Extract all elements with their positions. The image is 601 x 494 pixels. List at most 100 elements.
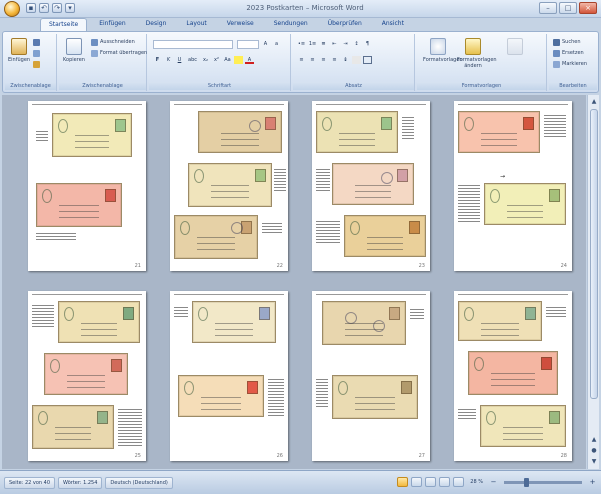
borders-icon[interactable]	[363, 56, 372, 64]
tab-start[interactable]: Startseite	[40, 18, 88, 32]
quick-access-toolbar: ▪ ↶ ↷ ▾	[26, 3, 75, 13]
minimize-button[interactable]: –	[539, 2, 557, 14]
web-layout-view-button[interactable]	[425, 477, 437, 487]
show-marks-button[interactable]: ¶	[363, 40, 372, 48]
full-screen-view-button[interactable]	[411, 477, 423, 487]
font-color-icon[interactable]: A	[245, 56, 254, 64]
undo-icon[interactable]: ↶	[39, 3, 49, 13]
cut-button[interactable]	[33, 38, 40, 46]
format-painter-small-button[interactable]: Format übertragen	[91, 49, 147, 57]
tab-review[interactable]: Überprüfen	[320, 18, 370, 32]
seal-icon	[180, 221, 190, 235]
grow-font-icon[interactable]: A	[261, 40, 270, 48]
browse-object-icon[interactable]: ●	[589, 446, 599, 456]
zoom-out-icon[interactable]: −	[489, 478, 498, 486]
tab-references[interactable]: Verweise	[219, 18, 262, 32]
print-layout-view-button[interactable]	[397, 477, 409, 487]
page-thumbnail[interactable]: 26	[170, 291, 288, 461]
bold-button[interactable]: F	[153, 56, 162, 64]
justify-button[interactable]: ≡	[330, 56, 339, 64]
tab-view[interactable]: Ansicht	[374, 18, 412, 32]
tab-layout[interactable]: Layout	[178, 18, 214, 32]
next-page-icon[interactable]: ▼	[589, 457, 599, 467]
font-name-combo[interactable]	[153, 40, 233, 49]
address-lines	[81, 318, 117, 336]
postcard	[458, 111, 540, 153]
page-thumbnail[interactable]: 25	[28, 291, 146, 461]
qat-dropdown-icon[interactable]: ▾	[65, 3, 75, 13]
page-thumbnail[interactable]: 28	[454, 291, 572, 461]
select-button[interactable]: Markieren	[553, 60, 587, 68]
scrollbar-thumb[interactable]	[590, 109, 598, 399]
tab-insert[interactable]: Einfügen	[91, 18, 133, 32]
address-lines	[339, 128, 375, 146]
tab-design[interactable]: Design	[138, 18, 175, 32]
shrink-font-icon[interactable]: a	[272, 40, 281, 48]
superscript-button[interactable]: x²	[212, 56, 221, 64]
multilevel-icon[interactable]: ≣	[319, 40, 328, 48]
zoom-in-icon[interactable]: +	[588, 478, 597, 486]
zoom-level[interactable]: 28 %	[467, 479, 486, 485]
strikethrough-button[interactable]: abc	[186, 56, 199, 64]
redo-icon[interactable]: ↷	[52, 3, 62, 13]
increase-indent-icon[interactable]: ⇥	[341, 40, 350, 48]
subscript-button[interactable]: x₂	[201, 56, 210, 64]
align-left-button[interactable]: ≡	[297, 56, 306, 64]
page-thumbnail[interactable]: 27	[312, 291, 430, 461]
maximize-button[interactable]: □	[559, 2, 577, 14]
stamp-icon	[409, 221, 420, 234]
seal-icon	[464, 117, 474, 131]
postcard	[178, 375, 264, 417]
quick-styles-button[interactable]: Formatvorlagen	[423, 38, 463, 63]
font-size-combo[interactable]	[237, 40, 259, 49]
italic-button[interactable]: K	[164, 56, 173, 64]
change-styles-button[interactable]: Formatvorlagen ändern	[457, 38, 497, 69]
scroll-up-icon[interactable]: ▲	[589, 97, 599, 107]
replace-button[interactable]: Ersetzen	[553, 49, 584, 57]
seal-icon	[474, 357, 484, 371]
sort-icon[interactable]: ↕	[352, 40, 361, 48]
underline-button[interactable]: U	[175, 56, 184, 64]
zoom-slider[interactable]	[504, 477, 582, 487]
word-count-button[interactable]: Wörter: 1.254	[58, 477, 103, 489]
zoom-slider-knob[interactable]	[524, 477, 529, 487]
outline-view-button[interactable]	[439, 477, 451, 487]
find-button[interactable]: Suchen	[553, 38, 581, 46]
cut-small-button[interactable]: Ausschneiden	[91, 38, 135, 46]
language-button[interactable]: Deutsch (Deutschland)	[105, 477, 173, 489]
save-icon[interactable]: ▪	[26, 3, 36, 13]
tab-mailings[interactable]: Sendungen	[266, 18, 316, 32]
decrease-indent-icon[interactable]: ⇤	[330, 40, 339, 48]
page-thumbnail[interactable]: 22	[170, 101, 288, 271]
close-button[interactable]: ×	[579, 2, 597, 14]
cut-label: Ausschneiden	[100, 39, 135, 45]
office-button[interactable]	[4, 1, 20, 17]
copy-button[interactable]	[33, 49, 40, 57]
page-count-button[interactable]: Seite: 22 von 40	[4, 477, 56, 489]
annotation-text	[546, 305, 566, 319]
header-line	[316, 294, 426, 295]
page-number: 27	[418, 453, 425, 459]
styles-gallery-button[interactable]	[495, 38, 535, 57]
page-thumbnail[interactable]: 23	[312, 101, 430, 271]
paste-button[interactable]: Einfügen	[8, 38, 30, 63]
format-painter-button[interactable]	[33, 60, 40, 68]
postcard	[332, 163, 414, 205]
line-spacing-icon[interactable]: ↨	[341, 56, 350, 64]
vertical-scrollbar[interactable]: ▲ ▲ ● ▼	[587, 95, 599, 469]
page-thumbnail[interactable]: 21	[28, 101, 146, 271]
draft-view-button[interactable]	[453, 477, 465, 487]
copy-large-button[interactable]: Kopieren	[63, 38, 85, 63]
align-center-button[interactable]: ≡	[308, 56, 317, 64]
change-case-button[interactable]: Aa	[223, 56, 232, 64]
previous-page-icon[interactable]: ▲	[589, 435, 599, 445]
annotation-text	[274, 167, 286, 193]
numbering-icon[interactable]: 1≡	[308, 40, 317, 48]
page-thumbnail[interactable]: → 24	[454, 101, 572, 271]
address-lines	[481, 128, 517, 146]
document-area[interactable]: 21 22 23 → 24 25 26 27 28	[2, 95, 586, 469]
align-right-button[interactable]: ≡	[319, 56, 328, 64]
shading-icon[interactable]	[352, 56, 361, 64]
highlight-icon[interactable]	[234, 56, 243, 64]
bullets-icon[interactable]: •≡	[297, 40, 306, 48]
